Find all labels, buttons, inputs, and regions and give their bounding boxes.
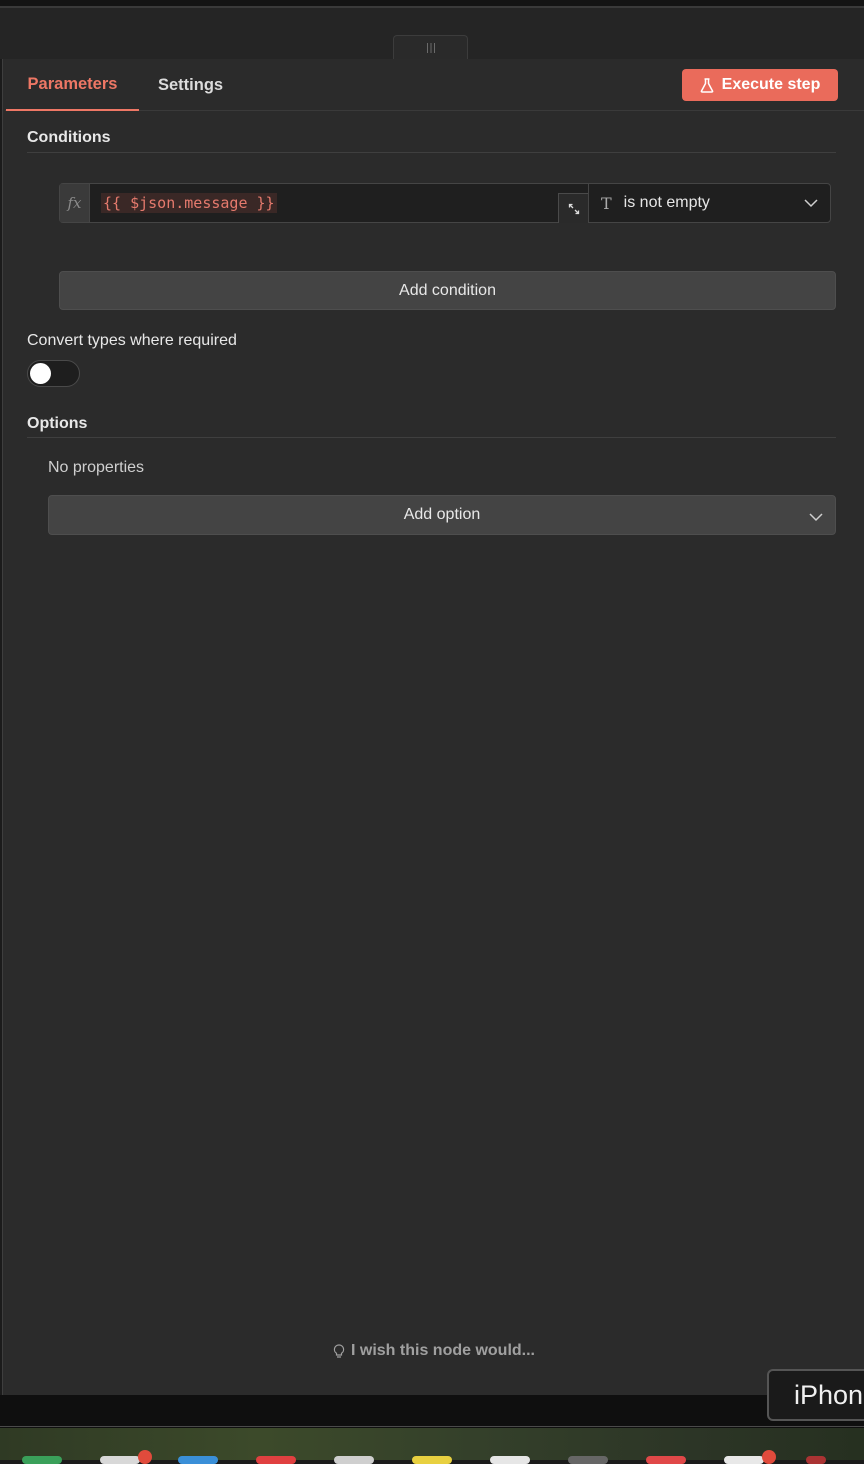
chevron-down-icon: [804, 199, 818, 208]
chevron-down-icon: [809, 513, 823, 522]
expand-icon: [568, 203, 579, 214]
lightbulb-icon: [333, 1343, 345, 1358]
condition-row: fx {{ $json.message }} T is not empty: [59, 183, 831, 223]
convert-types-label: Convert types where required: [27, 332, 237, 349]
tab-bar: Parameters Settings Execute step: [5, 59, 864, 111]
dock-app-icon[interactable]: [490, 1456, 530, 1464]
tab-settings-label: Settings: [158, 75, 224, 94]
add-option-label: Add option: [403, 506, 481, 523]
dock-app-icon[interactable]: [724, 1456, 764, 1464]
execute-step-label: Execute step: [721, 76, 821, 93]
dock-app-icon[interactable]: [100, 1456, 140, 1464]
no-properties-text: No properties: [48, 459, 145, 476]
convert-types-toggle[interactable]: [27, 360, 80, 387]
panel-resize-handle[interactable]: [393, 35, 468, 59]
dock-app-icon[interactable]: [22, 1456, 62, 1464]
tab-parameters[interactable]: Parameters: [6, 59, 139, 111]
dock-app-icon[interactable]: [178, 1456, 218, 1464]
string-type-icon: T: [601, 193, 612, 213]
feedback-label: I wish this node would...: [351, 1342, 535, 1359]
iphone-tooltip: iPhon: [767, 1369, 864, 1421]
conditions-divider: [27, 152, 836, 153]
dock-app-icon[interactable]: [256, 1456, 296, 1464]
options-title: Options: [27, 415, 88, 432]
execute-step-button[interactable]: Execute step: [682, 69, 838, 101]
add-condition-label: Add condition: [399, 281, 496, 299]
dock-app-icon[interactable]: [646, 1456, 686, 1464]
fx-icon: fx: [60, 184, 90, 222]
bottom-strip: [0, 1395, 864, 1428]
expression-text: {{ $json.message }}: [101, 193, 277, 213]
feedback-link[interactable]: I wish this node would...: [3, 1342, 864, 1360]
dock-app-icon[interactable]: [806, 1456, 826, 1464]
operator-select[interactable]: T is not empty: [588, 184, 830, 222]
expand-expression-button[interactable]: [558, 193, 588, 223]
dock-app-icon[interactable]: [334, 1456, 374, 1464]
tab-parameters-label: Parameters: [27, 74, 118, 93]
bottom-divider: [0, 1426, 864, 1427]
condition-value-input[interactable]: {{ $json.message }}: [90, 184, 588, 223]
dock-app-icon[interactable]: [412, 1456, 452, 1464]
grip-icon: [426, 42, 435, 53]
node-parameters-panel: Parameters Settings Execute step Conditi…: [2, 59, 864, 1395]
notification-badge: [138, 1450, 152, 1464]
tooltip-label: iPhon: [794, 1379, 864, 1410]
conditions-title: Conditions: [27, 129, 111, 146]
operator-value: is not empty: [623, 194, 710, 211]
dock-app-icon[interactable]: [568, 1456, 608, 1464]
options-divider: [27, 437, 836, 438]
flask-icon: [700, 77, 714, 93]
tab-settings[interactable]: Settings: [158, 59, 223, 111]
notification-badge: [762, 1450, 776, 1464]
add-condition-button[interactable]: Add condition: [59, 271, 836, 310]
toggle-knob: [30, 363, 51, 384]
add-option-button[interactable]: Add option: [48, 495, 836, 535]
